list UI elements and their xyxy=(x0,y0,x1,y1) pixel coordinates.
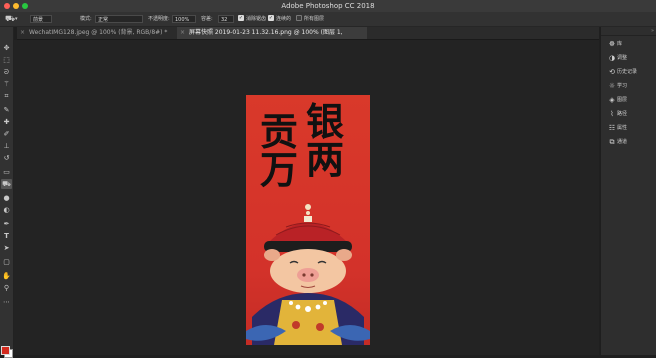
path-selection-icon[interactable]: ➤ xyxy=(1,243,12,253)
tools-panel: ✥ ⬚ ᘐ ⚚ ⌗ ✎ ✚ ✐ ⊥ ↺ ▭ ⛟ ● ◐ ✒ T ➤ ▢ ✋ ⚲ … xyxy=(0,27,14,358)
paint-bucket-icon[interactable]: ⛟ xyxy=(1,179,12,189)
mode-select[interactable]: 正常 xyxy=(95,15,143,23)
healing-brush-icon[interactable]: ✚ xyxy=(1,117,12,127)
tolerance-label: 容差: xyxy=(201,16,213,22)
opacity-label: 不透明度: xyxy=(148,16,170,22)
zoom-tool-icon[interactable]: ⚲ xyxy=(1,283,12,293)
adjustments-icon: ◑ xyxy=(608,54,616,62)
hand-tool-icon[interactable]: ✋ xyxy=(1,271,12,281)
tab-label: WechatIMG128.jpeg @ 100% (背景, RGB/8#) * xyxy=(29,29,168,36)
anti-alias-checkbox[interactable]: ✓ xyxy=(238,15,244,21)
dodge-tool-icon[interactable]: ◐ xyxy=(1,205,12,215)
panel-learn[interactable]: ☼ 学习 xyxy=(607,80,627,93)
panel-adjustments[interactable]: ◑ 调整 xyxy=(607,52,627,65)
tab-screenshot[interactable]: × 屏幕快照 2019-01-23 11.32.16.png @ 100% (图… xyxy=(177,27,367,48)
tab-wechat-img[interactable]: × WechatIMG128.jpeg @ 100% (背景, RGB/8#) … xyxy=(17,27,177,39)
paths-icon: ⌇ xyxy=(610,110,614,118)
all-layers-label: 所有图层 xyxy=(304,16,325,22)
layers-icon: ◈ xyxy=(609,96,615,104)
magic-wand-icon[interactable]: ⚚ xyxy=(1,79,12,89)
mode-label: 模式: xyxy=(80,16,92,22)
chevron-down-icon[interactable]: ▾ xyxy=(15,12,18,26)
tolerance-value: 32 xyxy=(221,17,228,23)
clone-stamp-icon[interactable]: ⊥ xyxy=(1,141,12,151)
contiguous-checkbox[interactable]: ✓ xyxy=(268,15,274,21)
move-tool-icon[interactable]: ✥ xyxy=(1,43,12,53)
close-tab-icon[interactable]: × xyxy=(20,27,25,39)
pen-tool-icon[interactable]: ✒ xyxy=(1,219,12,229)
tolerance-input[interactable]: 32 xyxy=(218,15,234,23)
panel-label: 图层 xyxy=(617,97,628,103)
panel-label: 学习 xyxy=(617,83,628,89)
options-bar: ⛟ ▾ 前景 模式: 正常 不透明度: 100% 容差: 32 ✓ 消除锯齿 ✓… xyxy=(0,12,656,27)
rectangle-tool-icon[interactable]: ▢ xyxy=(1,257,12,267)
fill-source-value: 前景 xyxy=(33,17,44,23)
foreground-color-swatch[interactable] xyxy=(1,346,10,355)
panel-label: 库 xyxy=(617,41,623,47)
close-tab-icon[interactable]: × xyxy=(180,27,185,39)
collapse-panels-icon[interactable]: » xyxy=(601,27,656,36)
crop-tool-icon[interactable]: ⌗ xyxy=(1,91,12,101)
panel-library[interactable]: ☸ 库 xyxy=(607,38,622,51)
blur-tool-icon[interactable]: ● xyxy=(1,193,12,203)
panel-label: 调整 xyxy=(617,55,628,61)
opacity-input[interactable]: 100% xyxy=(172,15,196,23)
type-tool-icon[interactable]: T xyxy=(1,231,12,241)
all-layers-checkbox[interactable] xyxy=(296,15,302,21)
document-image[interactable]: 贡万 银两 xyxy=(246,95,370,345)
official-pig-illustration xyxy=(246,204,370,345)
panel-paths[interactable]: ⌇ 路径 xyxy=(607,108,627,121)
panel-label: 属性 xyxy=(617,125,628,131)
panel-dock: » ☸ 库 ◑ 调整 ⟲ 历史记录 ☼ 学习 ◈ 图层 ⌇ 路径 ☷ 属性 ⧉ 通道 xyxy=(600,27,656,355)
panel-label: 路径 xyxy=(617,111,628,117)
opacity-value: 100% xyxy=(175,17,190,23)
panel-layers[interactable]: ◈ 图层 xyxy=(607,94,627,107)
more-tools-icon[interactable]: ⋯ xyxy=(1,297,12,307)
panel-channels[interactable]: ⧉ 通道 xyxy=(607,136,628,149)
document-tab-bar: × WechatIMG128.jpeg @ 100% (背景, RGB/8#) … xyxy=(17,27,599,48)
history-brush-icon[interactable]: ↺ xyxy=(1,153,12,163)
paint-bucket-icon[interactable]: ⛟ xyxy=(5,12,15,26)
panel-label: 历史记录 xyxy=(617,69,638,75)
marquee-tool-icon[interactable]: ⬚ xyxy=(1,55,12,65)
fill-source-select[interactable]: 前景 xyxy=(30,15,52,23)
lightbulb-icon: ☼ xyxy=(608,82,616,90)
lasso-tool-icon[interactable]: ᘐ xyxy=(1,67,12,77)
panel-label: 通道 xyxy=(617,139,628,145)
anti-alias-label: 消除锯齿 xyxy=(246,16,267,22)
contiguous-label: 连续的 xyxy=(276,16,292,22)
panel-history[interactable]: ⟲ 历史记录 xyxy=(607,66,637,79)
channels-icon: ⧉ xyxy=(609,138,615,146)
history-icon: ⟲ xyxy=(609,68,615,76)
color-wheel-icon: ☸ xyxy=(608,40,616,48)
eraser-icon[interactable]: ▭ xyxy=(1,167,12,177)
brush-tool-icon[interactable]: ✐ xyxy=(1,129,12,139)
eyedropper-icon[interactable]: ✎ xyxy=(1,105,12,115)
properties-icon: ☷ xyxy=(608,124,616,132)
panel-properties[interactable]: ☷ 属性 xyxy=(607,122,627,135)
mode-value: 正常 xyxy=(98,17,109,23)
window-title: Adobe Photoshop CC 2018 xyxy=(281,2,375,10)
